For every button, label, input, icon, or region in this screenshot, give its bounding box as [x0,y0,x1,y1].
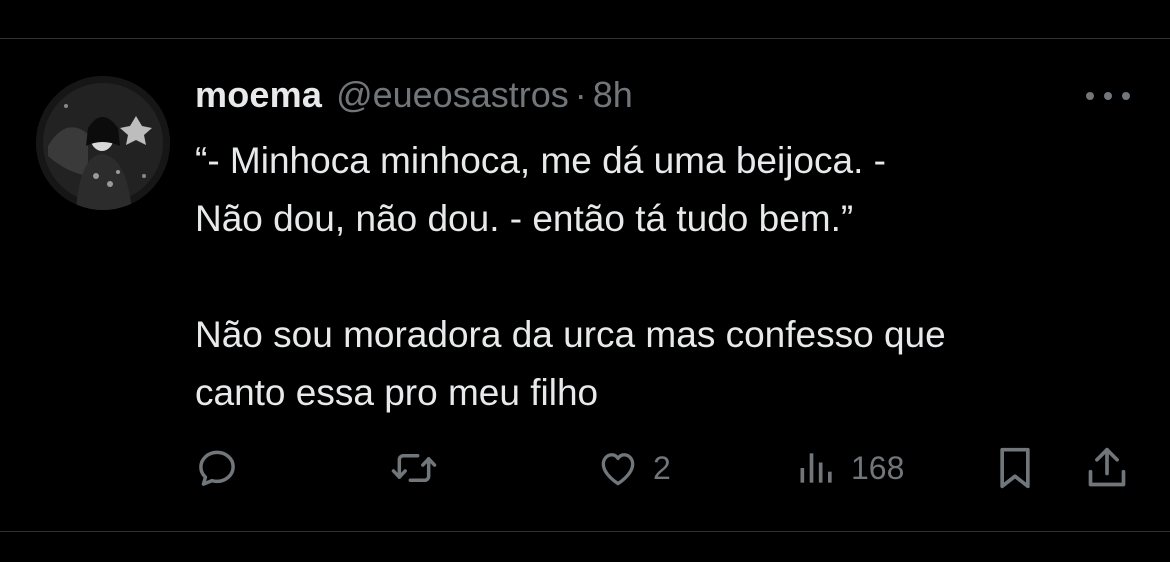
heart-icon [601,453,635,486]
tweet-text: “- Minhoca minhoca, me dá uma beijoca. -… [195,132,1135,422]
author-name[interactable]: moema [195,74,322,116]
avatar[interactable] [36,76,170,210]
more-dot [1086,92,1094,100]
action-bar: 2 168 [195,440,1135,496]
author-handle[interactable]: @eueosastros [336,74,569,116]
tweet-text-line: canto essa pro meu filho [195,372,599,413]
share-icon [1088,447,1126,487]
paragraph-break [195,248,1135,306]
views-button[interactable]: 168 [795,440,904,496]
share-button[interactable] [1085,440,1129,496]
bookmark-icon [1000,447,1030,489]
tweet-text-line: “- Minhoca minhoca, me dá uma beijoca. - [195,140,886,181]
tweet[interactable]: moema @eueosastros · 8h “- Minhoca minho… [0,0,1170,562]
avatar-image [36,76,170,210]
more-dot [1104,92,1112,100]
views-icon [800,453,832,483]
more-options-icon[interactable] [1086,88,1130,104]
bottom-divider [0,531,1170,532]
more-dot [1122,92,1130,100]
like-button[interactable]: 2 [595,440,671,496]
like-count: 2 [653,449,671,486]
reply-button[interactable] [195,440,239,496]
tweet-header: moema @eueosastros · 8h [195,74,633,120]
tweet-text-line: Não dou, não dou. - então tá tudo bem.” [195,198,854,239]
bookmark-button[interactable] [993,440,1037,496]
retweet-icon [391,453,437,483]
reply-icon [199,450,235,486]
tweet-timestamp[interactable]: 8h [593,74,633,116]
header-separator: · [574,74,587,115]
retweet-button[interactable] [389,440,439,496]
view-count: 168 [851,449,905,486]
tweet-text-line: Não sou moradora da urca mas confesso qu… [195,314,946,355]
